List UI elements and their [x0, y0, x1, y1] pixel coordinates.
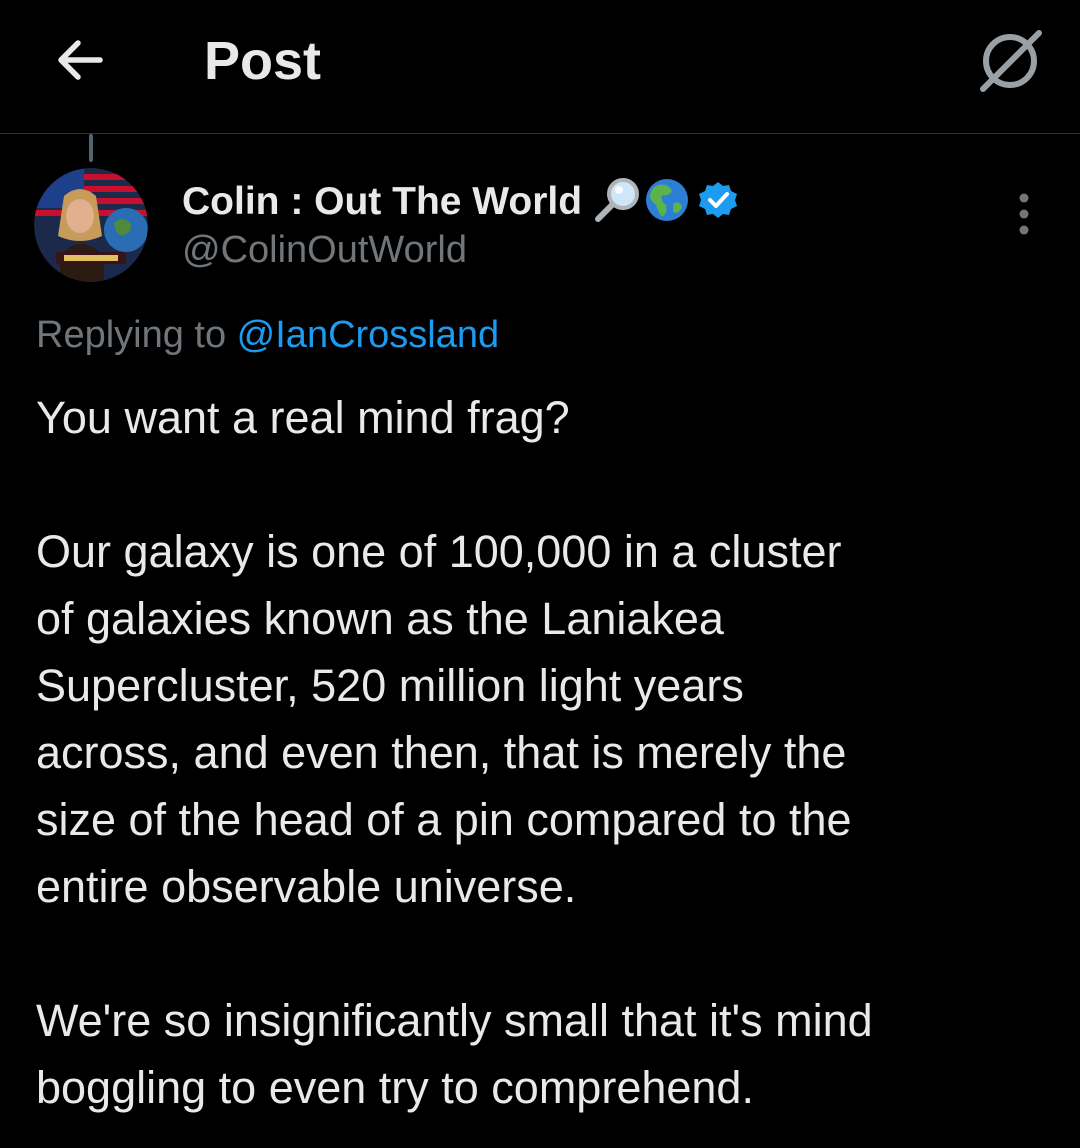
author-display-name-row: Colin : Out The World [182, 176, 738, 228]
magnifying-glass-icon [592, 177, 642, 228]
grok-icon [980, 30, 1042, 92]
avatar[interactable] [34, 168, 148, 282]
reply-mention-link[interactable]: @IanCrossland [237, 314, 499, 356]
replying-to-line: Replying to @IanCrossland [36, 310, 499, 360]
tweet-paragraph: You want a real mind frag? [36, 392, 570, 443]
tweet-paragraph: We're so insignificantly small that it's… [36, 995, 873, 1113]
more-options-button[interactable] [998, 188, 1050, 240]
globe-americas-icon [644, 177, 690, 228]
tweet-text: You want a real mind frag? Our galaxy is… [36, 384, 1046, 1121]
tweet-paragraph: Our galaxy is one of 100,000 in a cluste… [36, 526, 852, 912]
grok-button[interactable] [972, 22, 1048, 98]
verified-badge-icon [698, 180, 738, 225]
back-button[interactable] [48, 28, 112, 92]
replying-to-label: Replying to [36, 314, 237, 356]
author-display-name[interactable]: Colin : Out The World [182, 180, 582, 224]
thread-connector-line [89, 134, 93, 162]
more-vertical-icon [1019, 193, 1029, 235]
author-handle[interactable]: @ColinOutWorld [182, 226, 467, 274]
page-title: Post [204, 31, 322, 91]
top-app-bar: Post [0, 0, 1080, 134]
arrow-left-icon [58, 40, 103, 80]
